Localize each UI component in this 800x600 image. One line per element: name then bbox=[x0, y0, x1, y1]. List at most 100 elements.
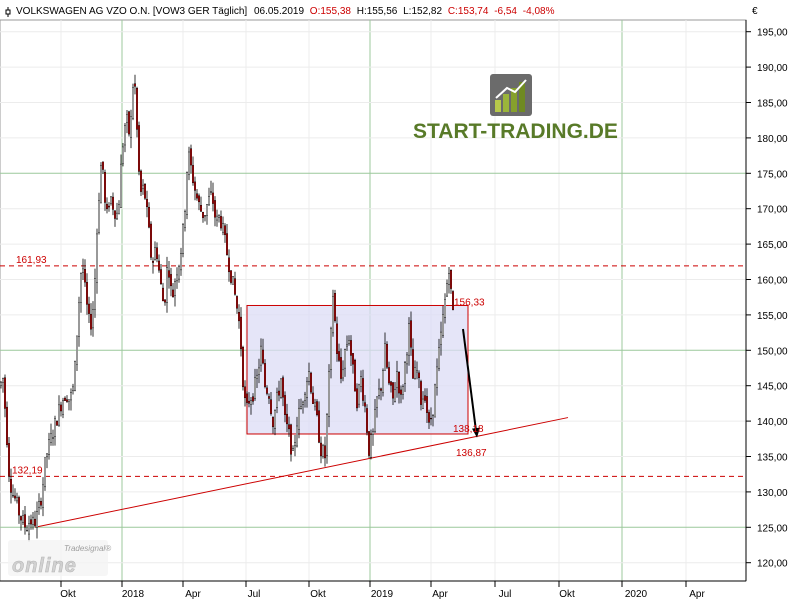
y-tick-label: 160,00 bbox=[757, 276, 788, 287]
candle-body bbox=[362, 378, 365, 401]
candle-body bbox=[356, 388, 359, 409]
candle-body bbox=[89, 313, 92, 330]
plot-area bbox=[0, 19, 747, 582]
candle-body bbox=[348, 340, 351, 345]
candle-body bbox=[396, 371, 399, 388]
candle-body bbox=[312, 392, 315, 404]
candle-body bbox=[40, 501, 43, 506]
candle-body bbox=[322, 445, 325, 457]
candle-body bbox=[442, 314, 445, 336]
candle-body bbox=[175, 274, 178, 282]
candle-body bbox=[280, 378, 283, 398]
candle-body bbox=[241, 346, 244, 388]
candle-body bbox=[231, 276, 234, 285]
candle-body bbox=[143, 183, 146, 199]
candle-body bbox=[201, 211, 204, 218]
candle-body bbox=[440, 331, 443, 345]
x-tick-label: 2018 bbox=[122, 589, 145, 600]
candle-body bbox=[444, 299, 447, 318]
candle-body bbox=[155, 247, 158, 259]
candle-body bbox=[151, 260, 154, 263]
candle-body bbox=[215, 215, 218, 221]
candle-body bbox=[430, 417, 433, 420]
candle-body bbox=[137, 125, 140, 172]
candle-body bbox=[414, 367, 417, 380]
change-percent: -4,08% bbox=[523, 6, 555, 17]
candle-body bbox=[91, 309, 94, 329]
candle-body bbox=[3, 377, 6, 409]
candle-body bbox=[185, 172, 188, 215]
candle-body bbox=[38, 501, 41, 508]
candle-body bbox=[131, 87, 134, 119]
candle-body bbox=[270, 399, 273, 414]
candle-body bbox=[16, 497, 19, 502]
candle-body bbox=[62, 400, 65, 415]
watermark-small: Tradesignal® bbox=[64, 544, 111, 553]
candle-body bbox=[107, 205, 110, 208]
candle-body bbox=[30, 519, 33, 525]
trendline-label: 136,87 bbox=[456, 448, 487, 459]
candle-body bbox=[360, 376, 363, 387]
x-tick-label: Apr bbox=[689, 589, 705, 600]
x-tick-label: Jul bbox=[499, 589, 512, 600]
candle-body bbox=[332, 296, 335, 334]
candle-body bbox=[392, 382, 395, 399]
candle-body bbox=[278, 390, 281, 396]
candle-body bbox=[191, 165, 194, 184]
y-tick-label: 140,00 bbox=[757, 417, 788, 428]
candle-body bbox=[256, 374, 259, 379]
candle-body bbox=[58, 404, 61, 426]
candle-body bbox=[412, 349, 415, 379]
candle-body bbox=[223, 225, 226, 235]
candle-body bbox=[235, 296, 238, 309]
candle-body bbox=[418, 372, 421, 379]
candle-body bbox=[77, 302, 80, 337]
candle-body bbox=[364, 402, 367, 407]
candle-body bbox=[127, 111, 130, 135]
candle-body bbox=[60, 404, 63, 412]
candle-body bbox=[34, 518, 37, 526]
candle-body bbox=[73, 361, 76, 391]
candle-body bbox=[432, 414, 435, 417]
candle-body bbox=[28, 523, 31, 535]
candle-body bbox=[75, 335, 78, 365]
currency-symbol: € bbox=[752, 6, 758, 17]
candle-body bbox=[22, 515, 25, 523]
candle-body bbox=[388, 367, 391, 384]
candle-body bbox=[426, 396, 429, 413]
candle-body bbox=[93, 278, 96, 310]
candle-body bbox=[163, 299, 166, 303]
y-tick-label: 120,00 bbox=[757, 559, 788, 570]
candle-body bbox=[251, 396, 254, 402]
candle-body bbox=[366, 408, 369, 433]
candle-body bbox=[177, 265, 180, 280]
candle-body bbox=[205, 204, 208, 216]
candle-body bbox=[2, 378, 5, 383]
candle-body bbox=[424, 395, 427, 401]
y-tick-label: 125,00 bbox=[757, 523, 788, 534]
candle-body bbox=[81, 268, 84, 273]
candle-body bbox=[282, 377, 285, 398]
candle-body bbox=[32, 516, 35, 525]
candle-body bbox=[304, 393, 307, 401]
candle-body bbox=[308, 371, 311, 382]
candle-body bbox=[376, 396, 379, 408]
candle-body bbox=[436, 366, 439, 388]
candle-body bbox=[326, 414, 329, 456]
candle-body bbox=[294, 442, 297, 447]
candle-body bbox=[24, 514, 27, 528]
candle-body bbox=[342, 369, 345, 379]
candle-body bbox=[288, 424, 291, 430]
candle-body bbox=[197, 195, 200, 203]
y-tick-label: 195,00 bbox=[757, 28, 788, 39]
candle-body bbox=[284, 395, 287, 415]
candle-body bbox=[225, 233, 228, 255]
candle-body bbox=[157, 260, 160, 271]
candle-body bbox=[450, 269, 453, 289]
low-value: L:152,82 bbox=[403, 6, 442, 17]
candle-body bbox=[125, 114, 128, 123]
candle-body bbox=[9, 479, 12, 493]
candle-body bbox=[147, 207, 150, 228]
candle-body bbox=[404, 362, 407, 384]
candle-body bbox=[262, 349, 265, 364]
